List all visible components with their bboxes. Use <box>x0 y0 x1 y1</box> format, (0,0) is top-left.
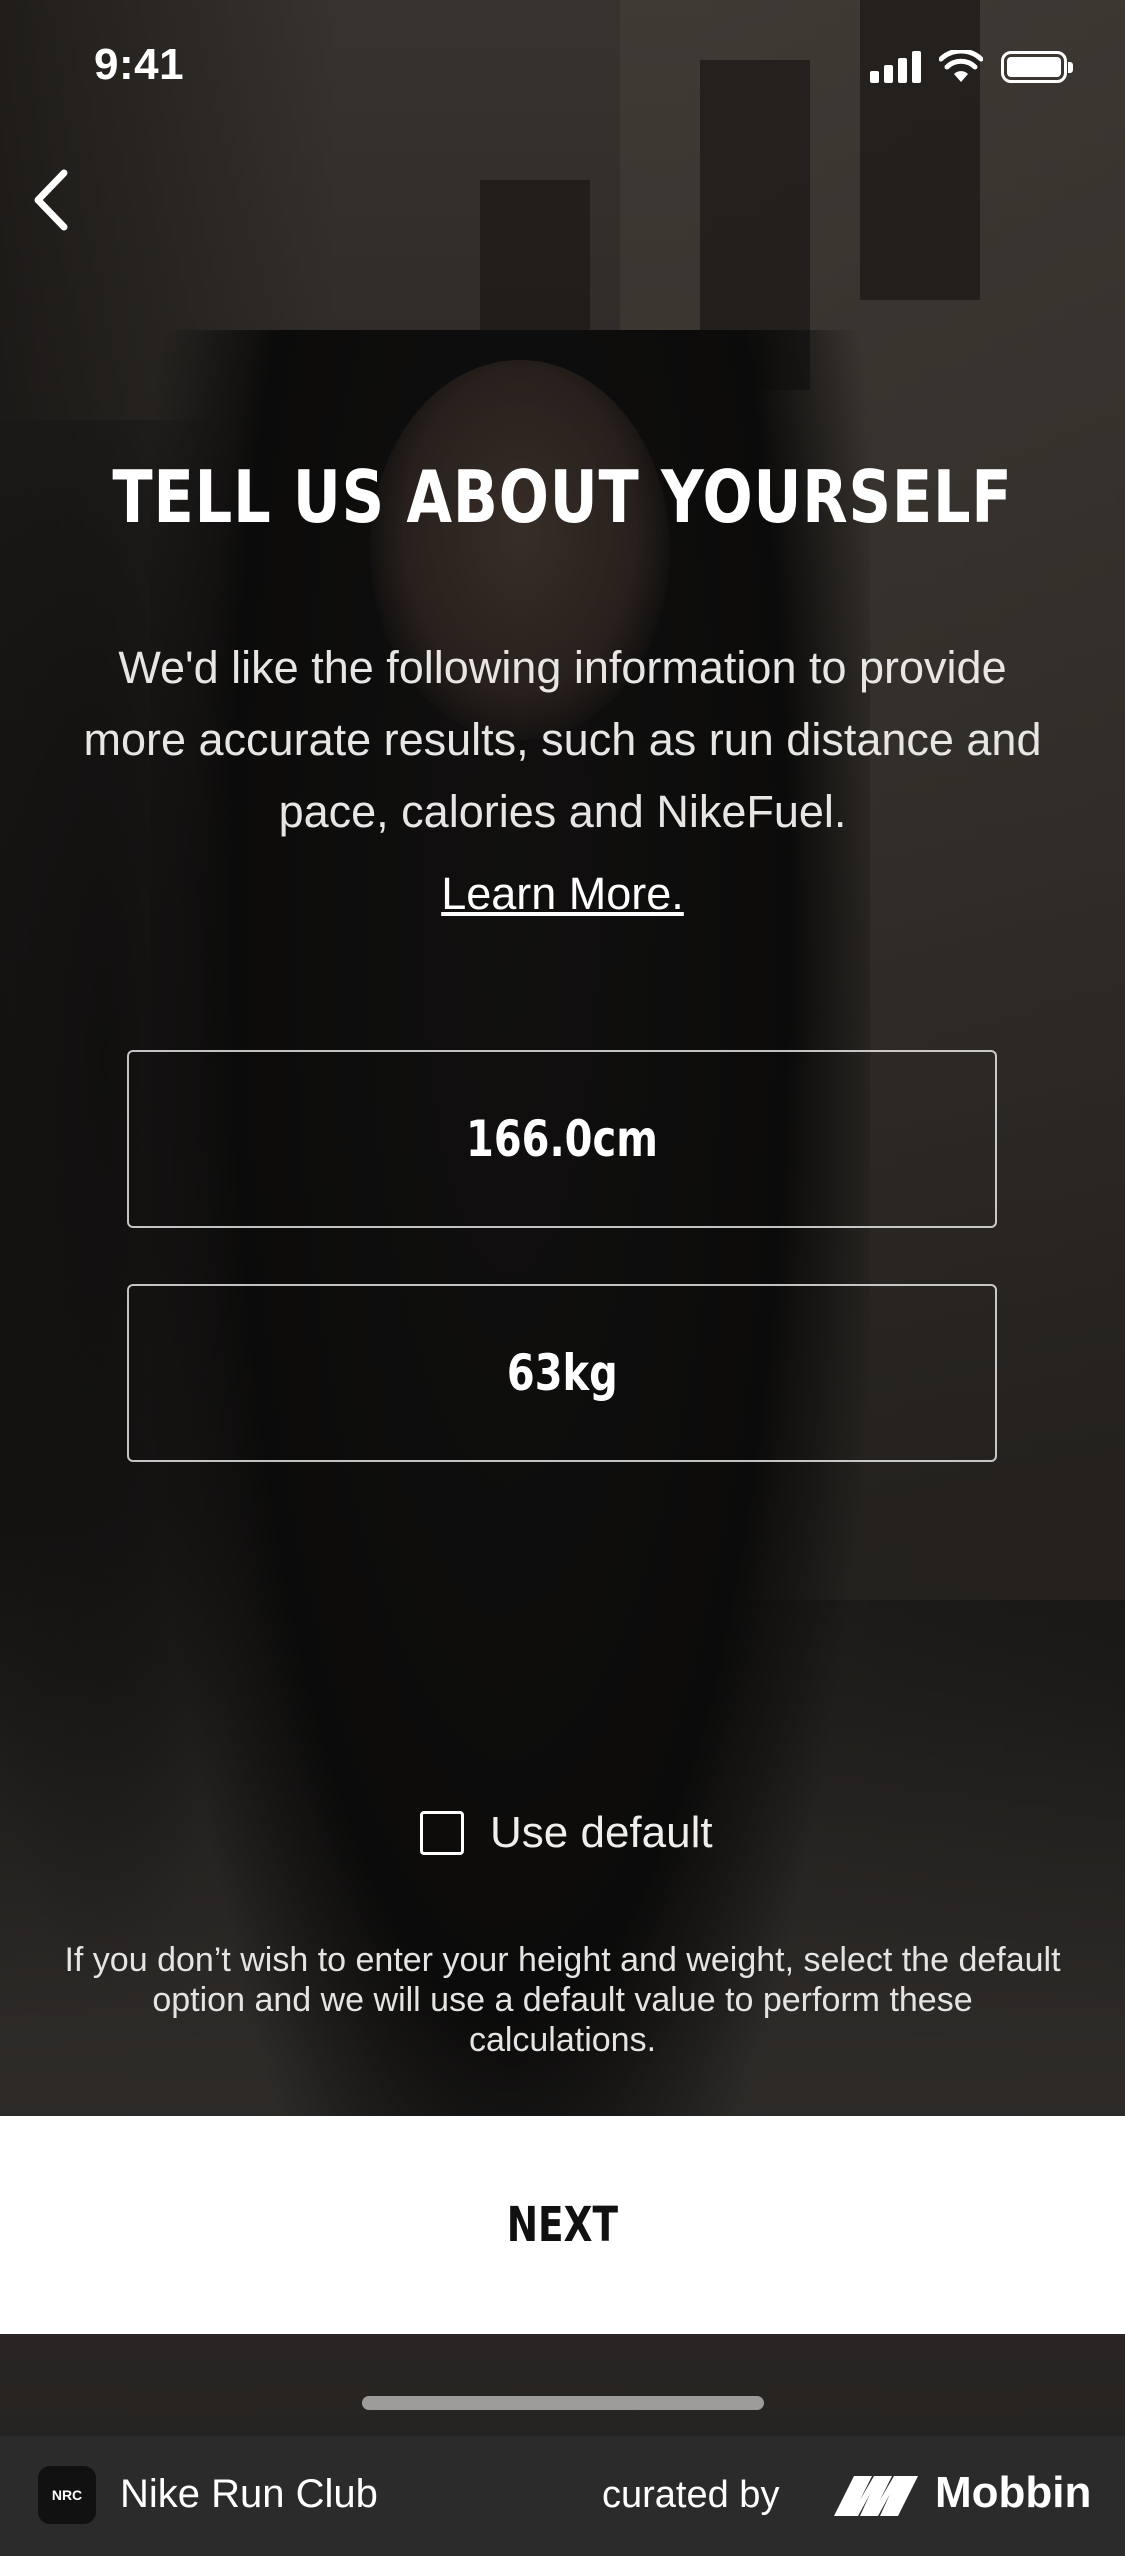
status-icons <box>870 50 1073 84</box>
use-default-option[interactable]: Use default <box>420 1808 713 1858</box>
mobbin-footer: NRC Nike Run Club curated by Mobbin <box>0 2436 1125 2556</box>
use-default-label: Use default <box>490 1808 713 1857</box>
curated-by-label: curated by <box>602 2474 780 2516</box>
home-indicator[interactable] <box>362 2396 764 2410</box>
battery-icon <box>1001 51 1073 83</box>
height-value: 166.0cm <box>466 1110 658 1168</box>
height-field[interactable]: 166.0cm <box>127 1050 997 1228</box>
use-default-checkbox[interactable] <box>420 1811 464 1855</box>
learn-more-link[interactable]: Learn More. <box>0 868 1125 920</box>
page-description: We'd like the following information to p… <box>83 642 1042 837</box>
mobbin-brand: Mobbin <box>935 2468 1092 2517</box>
cellular-signal-icon <box>870 51 921 83</box>
next-button-label: NEXT <box>506 2197 619 2253</box>
mobbin-logo-icon <box>834 2476 918 2516</box>
default-note: If you don’t wish to enter your height a… <box>64 1941 1061 2059</box>
page-title: TELL US ABOUT YOURSELF <box>112 455 1013 539</box>
next-button[interactable]: NEXT <box>0 2116 1125 2334</box>
nike-run-club-app-icon: NRC <box>38 2466 96 2524</box>
back-chevron-icon[interactable] <box>24 165 84 235</box>
status-time: 9:41 <box>94 40 185 89</box>
status-bar: 9:41 <box>0 0 1125 140</box>
wifi-icon <box>939 50 983 82</box>
app-name: Nike Run Club <box>120 2472 378 2516</box>
weight-field[interactable]: 63kg <box>127 1284 997 1462</box>
weight-value: 63kg <box>506 1344 618 1402</box>
